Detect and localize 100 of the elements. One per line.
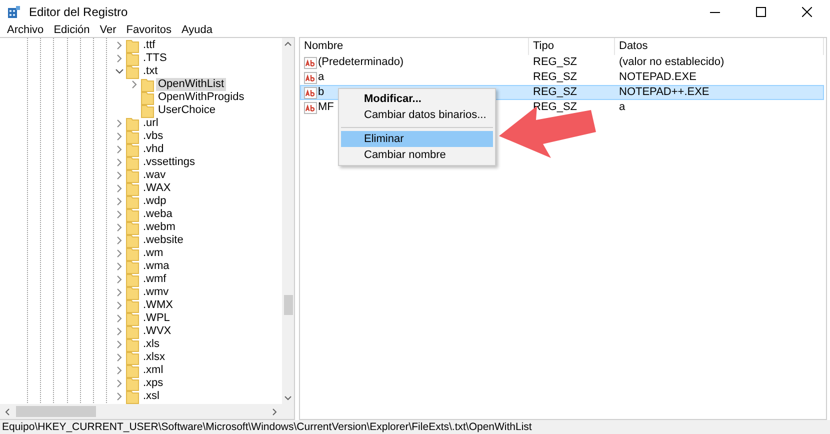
tree-item[interactable]: .wmv [141,286,171,299]
tree-item[interactable]: .url [141,117,160,130]
expand-icon[interactable] [116,171,122,180]
tree-item[interactable]: .WAX [141,182,173,195]
tree-item[interactable]: OpenWithProgids [156,91,246,104]
expand-icon[interactable] [116,379,122,388]
tree-item[interactable]: .TTS [141,52,169,65]
expand-icon[interactable] [116,288,122,297]
folder-icon [126,130,139,144]
expand-icon[interactable] [116,392,122,401]
folder-icon [126,312,139,326]
folder-icon [126,364,139,378]
expand-icon[interactable] [116,353,122,362]
expand-icon[interactable] [116,314,122,323]
folder-icon [126,156,139,170]
value-type: REG_SZ [533,86,578,99]
menu-item[interactable]: Edición [48,24,95,36]
tree-item[interactable]: .vhd [141,143,166,156]
tree-item[interactable]: .xml [141,364,166,377]
window-title: Editor del Registro [29,4,128,18]
value-data: NOTEPAD.EXE [619,71,696,84]
tree-item[interactable]: .txt [141,65,160,78]
expand-icon[interactable] [116,158,122,167]
folder-icon [126,220,139,234]
folder-icon [126,260,139,274]
tree-item[interactable]: OpenWithList [156,78,226,91]
folder-icon [126,298,139,312]
folder-icon [126,390,139,404]
menu-item[interactable]: Favoritos [121,24,177,36]
tree-item[interactable]: .xls [141,338,162,351]
value-data: (valor no establecido) [619,56,724,69]
expand-icon[interactable] [116,366,122,375]
scrollbar-thumb[interactable] [16,406,96,417]
expand-icon[interactable] [116,327,122,336]
collapse-icon[interactable] [114,68,124,75]
maximize-icon[interactable] [756,6,766,16]
value-type: REG_SZ [533,101,578,114]
tree-item[interactable]: .WVX [141,325,174,338]
scroll-left-icon [4,406,12,416]
menu-item[interactable]: Ayuda [176,24,218,36]
tree-item[interactable]: UserChoice [156,104,218,117]
expand-icon[interactable] [116,275,122,284]
expand-icon[interactable] [116,54,122,63]
tree-item[interactable]: .weba [141,208,174,221]
menu-item[interactable]: Archivo [2,24,49,36]
folder-icon [141,90,154,104]
tree-item[interactable]: .vbs [141,130,166,143]
menu-option[interactable]: Eliminar [341,131,493,147]
value-name: MF [318,101,334,114]
tree-item[interactable]: .wma [141,260,172,273]
tree-item[interactable]: .wav [141,169,168,182]
expand-icon[interactable] [116,249,122,258]
menu-option[interactable]: Cambiar datos binarios... [341,107,493,123]
expand-icon[interactable] [116,145,122,154]
folder-icon [141,104,154,118]
tree-item[interactable]: .xlsx [141,351,167,364]
folder-icon [126,194,139,208]
expand-icon[interactable] [116,41,122,50]
expand-icon[interactable] [116,223,122,232]
scrollbar-thumb[interactable] [284,295,292,315]
horizontal-scrollbar[interactable] [0,404,294,419]
menu-item[interactable]: Ver [94,24,122,36]
folder-icon [141,78,154,92]
status-path: Equipo\HKEY_CURRENT_USER\Software\Microsoft\Windows\CurrentVersion\Explorer\FileExts\.txt\OpenWithList [2,421,532,433]
tree-item[interactable]: .WPL [141,312,172,325]
tree-item[interactable]: .wdp [141,195,168,208]
folder-icon [126,182,139,196]
menu-option[interactable]: Cambiar nombre [341,147,493,163]
tree-item[interactable]: .ttf [141,39,158,52]
vertical-scrollbar[interactable] [282,38,294,404]
expand-icon[interactable] [130,80,138,89]
string-value-icon [304,56,317,68]
column-header[interactable]: Nombre [300,38,529,55]
folder-icon [126,376,139,390]
tree-item[interactable]: .website [141,234,186,247]
expand-icon[interactable] [116,210,122,219]
expand-icon[interactable] [116,197,122,206]
tree-item[interactable]: .wmf [141,273,168,286]
expand-icon[interactable] [116,262,122,271]
expand-icon[interactable] [116,132,122,141]
folder-icon [126,142,139,156]
value-name: (Predeterminado) [318,56,404,69]
expand-icon[interactable] [116,340,122,349]
tree-item[interactable]: .wm [141,247,166,260]
tree-item[interactable]: .webm [141,221,178,234]
column-header[interactable]: Datos [615,38,824,55]
close-icon[interactable] [802,6,812,16]
tree-item[interactable]: .xsl [141,390,162,403]
column-header[interactable]: Tipo [529,38,615,55]
expand-icon[interactable] [116,301,122,310]
tree-item[interactable]: .xps [141,377,166,390]
expand-icon[interactable] [116,236,122,245]
tree-item[interactable]: .vssettings [141,156,197,169]
value-name: a [318,71,324,84]
app-icon [7,4,21,18]
folder-icon [126,208,139,222]
tree-item[interactable]: .WMX [141,299,175,312]
expand-icon[interactable] [116,119,122,128]
value-data: NOTEPAD++.EXE [619,86,710,99]
expand-icon[interactable] [116,184,122,193]
